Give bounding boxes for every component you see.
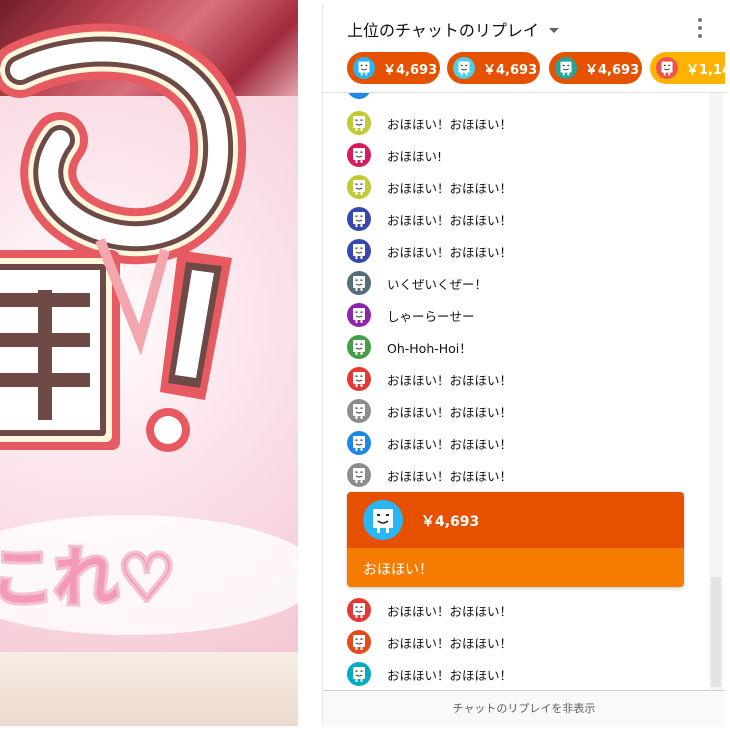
super-chat-ticker: ￥4,693 ￥4,693 ￥4,693 ￥1,14 xyxy=(347,52,725,86)
ticker-chip[interactable]: ￥4,693 xyxy=(447,52,540,84)
chat-message-text: おほほい！おほほい！ xyxy=(387,372,513,388)
chat-message[interactable]: おほほい！おほほい！ xyxy=(347,598,512,622)
more-options-icon[interactable] xyxy=(697,18,703,38)
paid-super-chat-body: おほほい！ xyxy=(347,548,684,587)
avatar xyxy=(656,57,678,79)
chat-message-text: おほほい！おほほい！ xyxy=(387,116,513,132)
chat-message-text: おほほい！おほほい！ xyxy=(387,180,513,196)
avatar xyxy=(347,239,371,263)
chat-panel: 上位のチャットのリプレイ ￥4,693 ￥4,693 ￥4,693 ￥1,14 おほほ… xyxy=(322,4,725,727)
ticker-chip-amount: ￥1,14 xyxy=(686,62,725,78)
chat-mode-dropdown[interactable]: 上位のチャットのリプレイ xyxy=(347,17,559,41)
avatar xyxy=(363,500,403,540)
avatar xyxy=(347,143,371,167)
avatar xyxy=(353,57,375,79)
pink-caption: これ♡ xyxy=(0,515,298,635)
chat-message-list: おほほい！おほほい！ おほほい! おほほい！おほほい！ おほほい！おほほい！ おほほい！… xyxy=(323,93,709,693)
video-player[interactable]: これ♡ xyxy=(0,0,298,726)
ticker-chip[interactable]: ￥1,14 xyxy=(650,52,725,84)
chat-scrollbar-thumb[interactable] xyxy=(711,577,721,687)
avatar xyxy=(347,662,371,686)
chat-message-text: いくぜいくぜー！ xyxy=(387,276,488,292)
chat-message[interactable]: おほほい！おほほい！ xyxy=(347,111,512,135)
chat-message-text: おほほい！おほほい！ xyxy=(387,468,513,484)
avatar xyxy=(555,57,577,79)
avatar xyxy=(347,111,371,135)
avatar xyxy=(347,598,371,622)
chat-message-partial xyxy=(347,93,387,99)
ticker-chip-amount: ￥4,693 xyxy=(585,62,640,78)
avatar xyxy=(347,335,371,359)
chat-message-text: おほほい！おほほい！ xyxy=(387,212,513,228)
avatar xyxy=(347,367,371,391)
avatar xyxy=(347,93,371,99)
chat-message[interactable]: おほほい！おほほい！ xyxy=(347,399,512,423)
ticker-chip-amount: ￥4,693 xyxy=(383,62,438,78)
avatar xyxy=(347,303,371,327)
chat-scrollbar[interactable] xyxy=(709,93,723,693)
pink-caption-text: これ♡ xyxy=(0,542,175,616)
chat-message-text: おほほい！おほほい！ xyxy=(387,603,513,619)
chat-message[interactable]: おほほい! xyxy=(347,143,442,167)
chat-message-text: おほほい！おほほい！ xyxy=(387,667,513,683)
ticker-chip-amount: ￥4,693 xyxy=(483,62,538,78)
paid-super-chat[interactable]: ￥4,693 おほほい！ xyxy=(347,492,684,587)
ticker-chip[interactable]: ￥4,693 xyxy=(347,52,440,84)
chat-message[interactable]: おほほい！おほほい！ xyxy=(347,175,512,199)
ticker-chip[interactable]: ￥4,693 xyxy=(549,52,642,84)
chat-message[interactable]: Oh-Hoh-Hoi！ xyxy=(347,335,472,359)
chat-message[interactable]: しゃーらーせー xyxy=(347,303,475,327)
chat-title-label: 上位のチャットのリプレイ xyxy=(347,21,539,40)
avatar xyxy=(347,463,371,487)
avatar xyxy=(347,399,371,423)
chat-message-text: おほほい！おほほい！ xyxy=(387,436,513,452)
chevron-down-icon xyxy=(548,27,559,33)
chat-message-text: おほほい！おほほい！ xyxy=(387,635,513,651)
chat-message[interactable]: いくぜいくぜー！ xyxy=(347,271,487,295)
chat-message[interactable]: おほほい！おほほい！ xyxy=(347,367,512,391)
chat-message-text: しゃーらーせー xyxy=(387,308,475,324)
title-letter-no xyxy=(0,23,247,265)
chat-message-text: おほほい! xyxy=(387,148,443,164)
chat-message[interactable]: おほほい！おほほい！ xyxy=(347,662,512,686)
chat-message-text: おほほい！おほほい！ xyxy=(387,244,513,260)
avatar xyxy=(347,431,371,455)
avatar xyxy=(347,207,371,231)
chat-message-text: Oh-Hoh-Hoi！ xyxy=(387,340,472,356)
chat-message[interactable]: おほほい！おほほい！ xyxy=(347,239,512,263)
chat-message[interactable]: おほほい！おほほい！ xyxy=(347,431,512,455)
chat-message[interactable]: おほほい！おほほい！ xyxy=(347,463,512,487)
paid-super-chat-header: ￥4,693 xyxy=(347,492,684,548)
chat-message[interactable]: おほほい！おほほい！ xyxy=(347,630,512,654)
avatar xyxy=(347,630,371,654)
avatar xyxy=(347,271,371,295)
title-letter-kanji xyxy=(0,250,120,450)
avatar xyxy=(347,175,371,199)
chat-message[interactable]: おほほい！おほほい！ xyxy=(347,207,512,231)
chat-footer: チャットのリプレイを非表示 xyxy=(323,690,725,727)
video-graphic-title: これ♡ xyxy=(0,23,298,635)
avatar xyxy=(453,57,475,79)
paid-super-chat-amount: ￥4,693 xyxy=(421,514,480,530)
paid-super-chat-text: おほほい！ xyxy=(363,562,433,578)
chat-header: 上位のチャットのリプレイ xyxy=(323,4,725,52)
chat-message-text: おほほい！おほほい！ xyxy=(387,404,513,420)
hide-chat-replay-button[interactable]: チャットのリプレイを非表示 xyxy=(323,691,725,727)
